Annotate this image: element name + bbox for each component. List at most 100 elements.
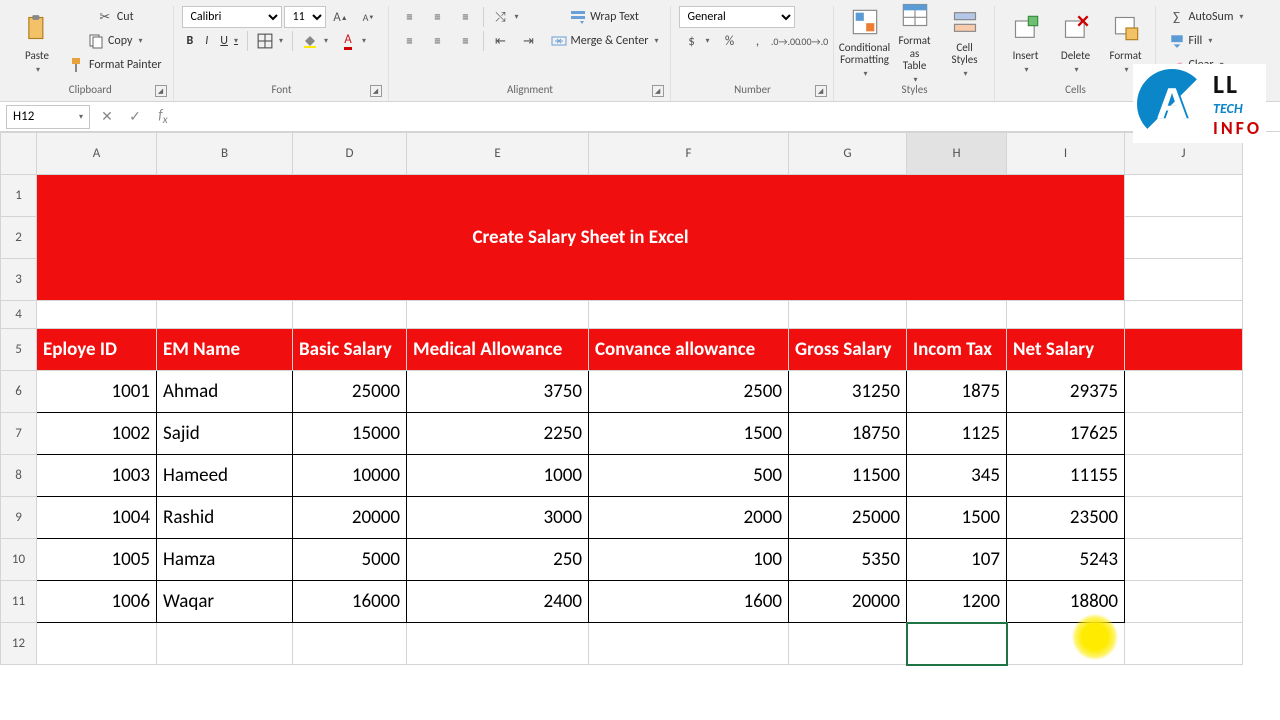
accounting-button[interactable]: $▾ (679, 30, 715, 52)
cell[interactable] (1125, 413, 1243, 455)
sheet-title[interactable]: Create Salary Sheet in Excel (37, 175, 1125, 301)
cell[interactable] (157, 623, 293, 665)
cell[interactable]: 20000 (293, 497, 407, 539)
table-header[interactable]: Basic Salary (293, 329, 407, 371)
table-header[interactable]: EM Name (157, 329, 293, 371)
cancel-formula-icon[interactable]: ✕ (96, 108, 118, 125)
font-color-button[interactable]: A▾ (335, 30, 371, 52)
alignment-dialog-icon[interactable]: ◢ (652, 85, 664, 97)
dec-decimal-button[interactable]: .00→.0 (801, 30, 827, 52)
cell[interactable] (907, 623, 1007, 665)
table-header[interactable]: Eploye ID (37, 329, 157, 371)
cell[interactable]: 1500 (589, 413, 789, 455)
align-left-button[interactable]: ≡ (397, 30, 423, 52)
cell[interactable]: 1006 (37, 581, 157, 623)
cell[interactable]: Ahmad (157, 371, 293, 413)
row-header-6[interactable]: 6 (1, 371, 37, 413)
cell[interactable] (1125, 217, 1243, 259)
cell[interactable]: 16000 (293, 581, 407, 623)
underline-button[interactable]: U▾ (215, 31, 243, 51)
format-painter-button[interactable]: Format Painter (64, 54, 167, 76)
row-header-10[interactable]: 10 (1, 539, 37, 581)
col-header-G[interactable]: G (789, 133, 907, 175)
percent-button[interactable]: % (717, 30, 743, 52)
cell[interactable]: 25000 (293, 371, 407, 413)
cell[interactable]: 2400 (407, 581, 589, 623)
cell[interactable] (789, 301, 907, 329)
align-center-button[interactable]: ≡ (425, 30, 451, 52)
enter-formula-icon[interactable]: ✓ (124, 108, 146, 125)
row-header-3[interactable]: 3 (1, 259, 37, 301)
cell[interactable]: 250 (407, 539, 589, 581)
cell[interactable]: 25000 (789, 497, 907, 539)
conditional-formatting-button[interactable]: Conditional Formatting▾ (842, 6, 888, 80)
cell[interactable]: 29375 (1007, 371, 1125, 413)
font-dialog-icon[interactable]: ◢ (370, 85, 382, 97)
cell[interactable]: 1003 (37, 455, 157, 497)
clipboard-dialog-icon[interactable]: ◢ (155, 85, 167, 97)
font-select[interactable]: Calibri (182, 6, 282, 28)
row-header-11[interactable]: 11 (1, 581, 37, 623)
number-format-select[interactable]: General (679, 6, 795, 28)
paste-button[interactable]: Paste▾ (14, 6, 60, 80)
cell[interactable]: 23500 (1007, 497, 1125, 539)
table-header[interactable]: Gross Salary (789, 329, 907, 371)
cell[interactable]: 18800 (1007, 581, 1125, 623)
cell[interactable] (589, 301, 789, 329)
formula-input[interactable] (180, 106, 1274, 128)
cell[interactable]: 2000 (589, 497, 789, 539)
cell[interactable]: 11500 (789, 455, 907, 497)
cell[interactable]: Sajid (157, 413, 293, 455)
cell[interactable]: 1005 (37, 539, 157, 581)
cell[interactable]: 3750 (407, 371, 589, 413)
col-header-H[interactable]: H (907, 133, 1007, 175)
inc-decimal-button[interactable]: .0→.00 (773, 30, 799, 52)
cell[interactable] (1007, 301, 1125, 329)
borders-button[interactable]: ▾ (252, 30, 288, 52)
cell[interactable]: 1004 (37, 497, 157, 539)
cell[interactable]: 11155 (1007, 455, 1125, 497)
cell[interactable]: 5350 (789, 539, 907, 581)
col-header-E[interactable]: E (407, 133, 589, 175)
select-all-corner[interactable] (1, 133, 37, 175)
cell[interactable] (1125, 329, 1243, 371)
row-header-9[interactable]: 9 (1, 497, 37, 539)
grow-font-button[interactable]: A▲ (328, 6, 354, 28)
row-header-8[interactable]: 8 (1, 455, 37, 497)
fill-button[interactable]: Fill▾ (1164, 30, 1218, 52)
dec-indent-button[interactable]: ⇤ (488, 30, 514, 52)
cell-styles-button[interactable]: Cell Styles▾ (942, 6, 988, 80)
cell[interactable]: Hameed (157, 455, 293, 497)
row-header-4[interactable]: 4 (1, 301, 37, 329)
cell[interactable] (1125, 301, 1243, 329)
format-as-table-button[interactable]: Format as Table▾ (892, 6, 938, 80)
cell[interactable] (1125, 581, 1243, 623)
inc-indent-button[interactable]: ⇥ (516, 30, 542, 52)
comma-button[interactable]: , (745, 30, 771, 52)
italic-button[interactable]: I (200, 31, 213, 51)
wrap-text-button[interactable]: Wrap Text (546, 6, 664, 28)
cell[interactable] (1125, 623, 1243, 665)
col-header-F[interactable]: F (589, 133, 789, 175)
cell[interactable] (407, 623, 589, 665)
cell[interactable]: 1500 (907, 497, 1007, 539)
cell[interactable]: 31250 (789, 371, 907, 413)
align-bottom-button[interactable]: ≡ (453, 6, 479, 28)
cell[interactable]: 1125 (907, 413, 1007, 455)
copy-button[interactable]: Copy▾ (64, 30, 167, 52)
table-header[interactable]: Convance allowance (589, 329, 789, 371)
cell[interactable] (157, 301, 293, 329)
cell[interactable]: 20000 (789, 581, 907, 623)
cell[interactable]: 2250 (407, 413, 589, 455)
name-box[interactable]: H12▾ (6, 105, 90, 129)
cell[interactable]: 100 (589, 539, 789, 581)
delete-cells-button[interactable]: Delete▾ (1053, 6, 1099, 80)
col-header-B[interactable]: B (157, 133, 293, 175)
font-size-select[interactable]: 11 (284, 6, 326, 28)
row-header-2[interactable]: 2 (1, 217, 37, 259)
table-header[interactable]: Incom Tax (907, 329, 1007, 371)
row-header-5[interactable]: 5 (1, 329, 37, 371)
align-middle-button[interactable]: ≡ (425, 6, 451, 28)
cell[interactable]: 17625 (1007, 413, 1125, 455)
cell[interactable] (37, 623, 157, 665)
